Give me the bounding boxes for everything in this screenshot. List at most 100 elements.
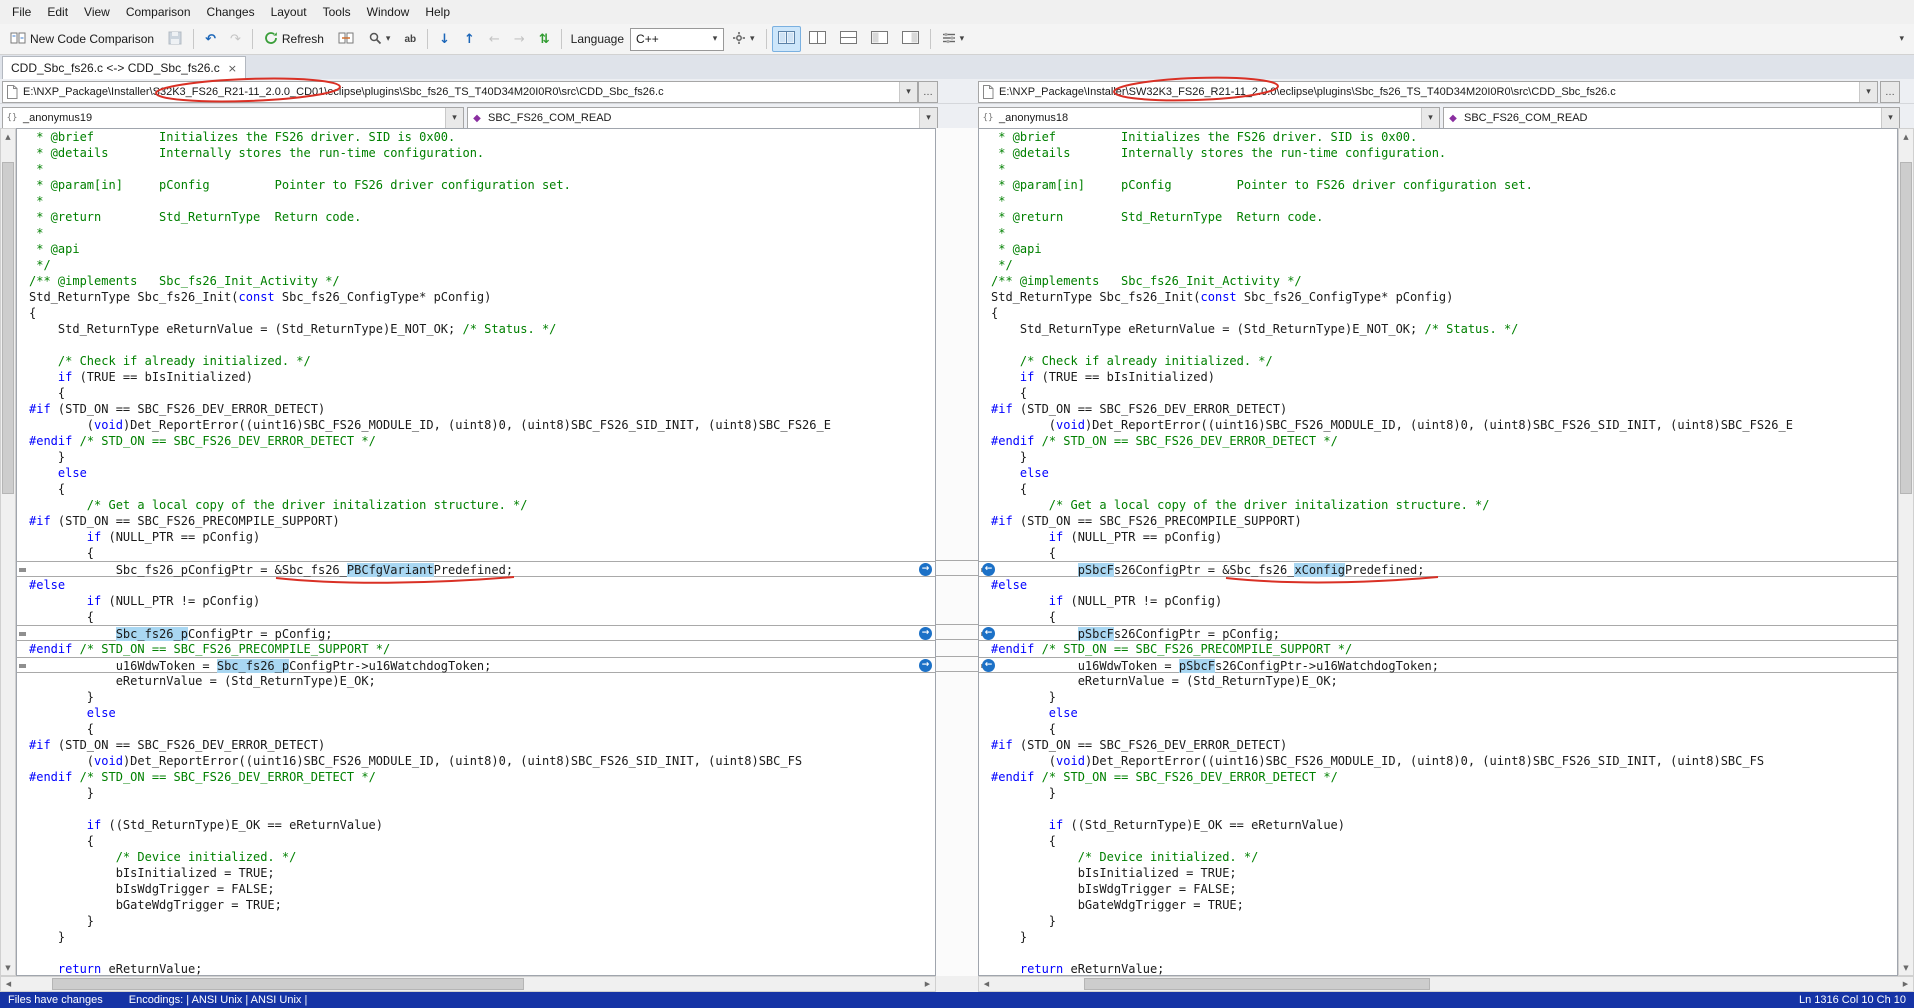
left-scope-combo[interactable]: {} _anonymus19 ▾	[2, 107, 464, 129]
copy-to-right-button[interactable]: →	[919, 659, 932, 672]
code-line[interactable]: if (TRUE == bIsInitialized)	[29, 369, 935, 385]
code-line[interactable]	[991, 801, 1897, 817]
next-change-button[interactable]: →	[508, 26, 531, 52]
code-line[interactable]: #endif /* STD_ON == SBC_FS26_PRECOMPILE_…	[991, 641, 1897, 657]
toolbar-overflow-button[interactable]: ▾	[1893, 26, 1910, 52]
code-line[interactable]: *	[29, 225, 935, 241]
code-line[interactable]: }	[991, 913, 1897, 929]
code-line[interactable]: pSbcFs26ConfigPtr = pConfig; ←	[979, 625, 1897, 641]
right-code-pane[interactable]: * @brief Initializes the FS26 driver. SI…	[978, 128, 1898, 976]
menu-view[interactable]: View	[76, 2, 118, 22]
code-line[interactable]: }	[29, 449, 935, 465]
scroll-left-icon[interactable]: ◀	[1, 977, 16, 991]
view-horizontal-button[interactable]	[834, 26, 863, 52]
copy-to-left-button[interactable]: ←	[982, 659, 995, 672]
code-line[interactable]: (void)Det_ReportError((uint16)SBC_FS26_M…	[29, 753, 935, 769]
scrollbar-track[interactable]	[1, 144, 15, 960]
copy-to-right-button[interactable]: →	[919, 627, 932, 640]
code-line[interactable]: {	[29, 545, 935, 561]
right-horizontal-scrollbar[interactable]: ◀ ▶	[978, 976, 1914, 992]
code-line[interactable]: bIsWdgTrigger = FALSE;	[29, 881, 935, 897]
code-line[interactable]: {	[991, 481, 1897, 497]
code-line[interactable]: else	[991, 705, 1897, 721]
code-line[interactable]: bIsInitialized = TRUE;	[29, 865, 935, 881]
options-button[interactable]: ▾	[936, 26, 971, 52]
code-line[interactable]	[29, 801, 935, 817]
scrollbar-track[interactable]	[994, 977, 1898, 991]
code-line[interactable]: }	[29, 785, 935, 801]
right-vertical-scrollbar[interactable]: ▲ ▼	[1898, 128, 1914, 976]
view-inline-button[interactable]	[803, 26, 832, 52]
code-line[interactable]: #endif /* STD_ON == SBC_FS26_DEV_ERROR_D…	[29, 769, 935, 785]
code-line[interactable]: * @brief Initializes the FS26 driver. SI…	[991, 129, 1897, 145]
code-line[interactable]: Sbc_fs26_pConfigPtr = &Sbc_fs26_PBCfgVar…	[17, 561, 935, 577]
code-line[interactable]: else	[29, 465, 935, 481]
right-code-editor[interactable]: * @brief Initializes the FS26 driver. SI…	[979, 129, 1897, 975]
code-line[interactable]: *	[991, 193, 1897, 209]
code-line[interactable]: *	[29, 161, 935, 177]
code-line[interactable]: bGateWdgTrigger = TRUE;	[991, 897, 1897, 913]
scrollbar-track[interactable]	[1899, 144, 1913, 960]
syntax-settings-button[interactable]: ▾	[726, 26, 761, 52]
copy-to-right-button[interactable]: →	[919, 563, 932, 576]
code-line[interactable]: /* Device initialized. */	[29, 849, 935, 865]
code-line[interactable]: }	[29, 689, 935, 705]
code-line[interactable]: * @param[in] pConfig Pointer to FS26 dri…	[29, 177, 935, 193]
code-line[interactable]	[29, 337, 935, 353]
code-line[interactable]: {	[991, 305, 1897, 321]
language-select[interactable]: C++ ▾	[630, 27, 725, 51]
code-line[interactable]: eReturnValue = (Std_ReturnType)E_OK;	[29, 673, 935, 689]
code-line[interactable]: if (NULL_PTR == pConfig)	[29, 529, 935, 545]
right-member-combo[interactable]: ◆ SBC_FS26_COM_READ ▾	[1443, 107, 1900, 129]
code-line[interactable]: * @brief Initializes the FS26 driver. SI…	[29, 129, 935, 145]
view-right-pane-button[interactable]	[896, 26, 925, 52]
new-comparison-button[interactable]: New Code Comparison	[4, 26, 160, 52]
code-line[interactable]: if (TRUE == bIsInitialized)	[991, 369, 1897, 385]
code-line[interactable]: #if (STD_ON == SBC_FS26_DEV_ERROR_DETECT…	[991, 401, 1897, 417]
code-line[interactable]: (void)Det_ReportError((uint16)SBC_FS26_M…	[29, 417, 935, 433]
view-left-pane-button[interactable]	[865, 26, 894, 52]
code-line[interactable]: }	[29, 929, 935, 945]
code-line[interactable]: Std_ReturnType Sbc_fs26_Init(const Sbc_f…	[29, 289, 935, 305]
code-line[interactable]: {	[29, 305, 935, 321]
code-line[interactable]: bGateWdgTrigger = TRUE;	[29, 897, 935, 913]
code-line[interactable]: /* Get a local copy of the driver inital…	[991, 497, 1897, 513]
code-line[interactable]: Std_ReturnType eReturnValue = (Std_Retur…	[29, 321, 935, 337]
code-line[interactable]: #if (STD_ON == SBC_FS26_DEV_ERROR_DETECT…	[991, 737, 1897, 753]
right-scope-combo[interactable]: {} _anonymus18 ▾	[978, 107, 1440, 129]
code-line[interactable]: {	[29, 833, 935, 849]
chevron-down-icon[interactable]: ▾	[750, 33, 755, 46]
code-line[interactable]: }	[991, 689, 1897, 705]
code-line[interactable]	[991, 337, 1897, 353]
code-line[interactable]: /* Check if already initialized. */	[991, 353, 1897, 369]
code-line[interactable]: */	[29, 257, 935, 273]
menu-tools[interactable]: Tools	[315, 2, 359, 22]
code-line[interactable]: Std_ReturnType eReturnValue = (Std_Retur…	[991, 321, 1897, 337]
save-button[interactable]	[162, 26, 188, 52]
menu-window[interactable]: Window	[359, 2, 418, 22]
code-line[interactable]: {	[991, 609, 1897, 625]
chevron-down-icon[interactable]: ▾	[1859, 82, 1877, 102]
code-line[interactable]: }	[991, 785, 1897, 801]
code-line[interactable]: #if (STD_ON == SBC_FS26_DEV_ERROR_DETECT…	[29, 401, 935, 417]
code-line[interactable]: Sbc_fs26_pConfigPtr = pConfig; →	[17, 625, 935, 641]
refresh-button[interactable]: Refresh	[258, 26, 330, 52]
sync-scroll-button[interactable]: ⇅	[533, 26, 556, 52]
code-line[interactable]: * @return Std_ReturnType Return code.	[991, 209, 1897, 225]
code-line[interactable]: /** @implements Sbc_fs26_Init_Activity *…	[29, 273, 935, 289]
code-line[interactable]: if (NULL_PTR == pConfig)	[991, 529, 1897, 545]
code-line[interactable]: else	[29, 705, 935, 721]
copy-to-left-button[interactable]: ←	[982, 627, 995, 640]
code-line[interactable]: * @return Std_ReturnType Return code.	[29, 209, 935, 225]
code-line[interactable]: if (NULL_PTR != pConfig)	[991, 593, 1897, 609]
code-line[interactable]: #if (STD_ON == SBC_FS26_PRECOMPILE_SUPPO…	[29, 513, 935, 529]
scroll-down-icon[interactable]: ▼	[1, 960, 15, 975]
code-line[interactable]: #if (STD_ON == SBC_FS26_DEV_ERROR_DETECT…	[29, 737, 935, 753]
scroll-down-icon[interactable]: ▼	[1899, 960, 1913, 975]
menu-file[interactable]: File	[4, 2, 39, 22]
scrollbar-thumb[interactable]	[52, 978, 525, 990]
left-member-combo[interactable]: ◆ SBC_FS26_COM_READ ▾	[467, 107, 938, 129]
code-line[interactable]: /* Check if already initialized. */	[29, 353, 935, 369]
code-line[interactable]: */	[991, 257, 1897, 273]
code-line[interactable]: #endif /* STD_ON == SBC_FS26_DEV_ERROR_D…	[991, 769, 1897, 785]
